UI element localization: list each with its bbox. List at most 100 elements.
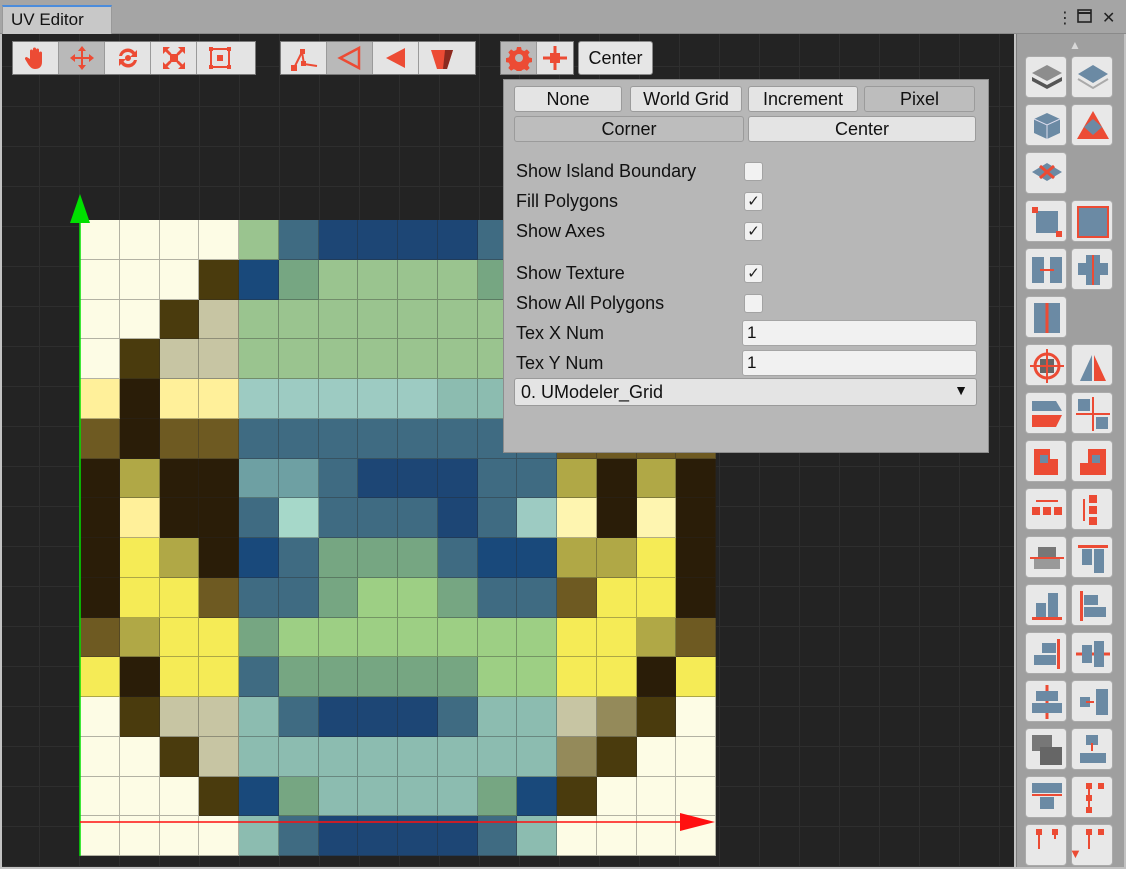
flatten-plane-button[interactable] [1025,56,1067,98]
stack-island-button[interactable] [1025,728,1067,770]
align-left-icon [1080,591,1106,621]
scale-tool-button[interactable] [151,42,197,74]
align-middle-button[interactable] [1071,632,1113,674]
move-tool-button[interactable] [59,42,105,74]
snap-pixel-button[interactable]: Pixel [864,86,975,112]
show-texture-label: Show Texture [516,263,625,283]
flip-vertical-up-button[interactable] [1071,440,1113,482]
box-project-button[interactable] [1025,104,1067,146]
rect-fit-button[interactable] [1025,200,1067,242]
weld-island-button[interactable] [1025,296,1067,338]
pack-down-button[interactable] [1025,776,1067,818]
mirror-island-icon [1080,355,1106,381]
texture-dropdown-value: 0. UModeler_Grid [521,382,664,402]
show-texture-checkbox[interactable]: ✓ [744,264,763,283]
close-icon[interactable]: ✕ [1102,8,1115,28]
snap-right-icon [1080,689,1108,715]
tex-x-num-field[interactable]: 1 [742,320,977,346]
align-center-horizontal-icon [1030,547,1064,569]
snap-down-button[interactable] [1071,728,1113,770]
edge-select-icon [336,45,360,71]
square-fit-button[interactable] [1071,200,1113,242]
pack-down-icon [1032,783,1062,809]
face-mode-button[interactable] [373,42,419,74]
flip-horizontal-button[interactable] [1025,392,1067,434]
show-island-boundary-label: Show Island Boundary [516,161,697,181]
rect-transform-icon [209,47,231,69]
distribute-vertical-icon [1083,495,1097,525]
edge-mode-button[interactable] [327,42,373,74]
rotate-island-button[interactable] [1025,344,1067,386]
rect-tool-button[interactable] [197,42,243,74]
stitch-button[interactable] [1071,248,1113,290]
flatten-plane-icon [1032,65,1062,89]
window-tab[interactable]: UV Editor [2,5,112,34]
distribute-horizontal-button[interactable] [1025,488,1067,530]
snap-right-button[interactable] [1071,680,1113,722]
pack-bottom-icon [1036,829,1058,849]
vertex-mode-button[interactable] [281,42,327,74]
flip-vertical-down-icon [1034,449,1058,475]
square-fit-icon [1077,206,1109,238]
show-island-boundary-checkbox[interactable] [744,162,763,181]
tex-y-num-field[interactable]: 1 [742,350,977,376]
align-top-button[interactable] [1071,536,1113,578]
tex-y-num-label: Tex Y Num [516,353,604,373]
align-middle-icon [1076,641,1110,667]
snap-increment-button[interactable]: Increment [748,86,858,112]
align-right-button[interactable] [1025,632,1067,674]
snap-none-button[interactable]: None [514,86,622,112]
show-all-polygons-checkbox[interactable] [744,294,763,313]
maximize-icon[interactable] [1076,7,1094,30]
pivot-center-option[interactable]: Center [748,116,976,142]
chevron-down-icon: ▼ [954,382,968,398]
flip-vertical-down-button[interactable] [1025,440,1067,482]
check-icon: ✓ [747,193,760,210]
show-axes-checkbox[interactable]: ✓ [744,222,763,241]
scale-icon [162,47,185,69]
project-plane-button[interactable] [1071,56,1113,98]
scroll-down-icon[interactable]: ▼ [1069,846,1082,861]
more-menu-icon[interactable]: ⋮ [1057,8,1073,28]
settings-button[interactable] [501,42,537,74]
split-island-button[interactable] [1025,248,1067,290]
rect-fit-icon [1032,207,1062,237]
pivot-center-button[interactable]: Center [578,41,653,75]
pack-vertical-button[interactable] [1071,776,1113,818]
object-mode-button[interactable] [419,42,465,74]
snap-world-grid-button[interactable]: World Grid [630,86,742,112]
box-project-icon [1033,113,1061,139]
align-center-vertical-icon [1032,685,1062,719]
tex-x-num-label: Tex X Num [516,323,605,343]
fill-polygons-checkbox[interactable]: ✓ [744,192,763,211]
remove-uv-icon [1032,163,1062,181]
align-right-icon [1034,639,1060,669]
pivot-button[interactable] [537,42,573,74]
settings-panel: None World Grid Increment Pixel Corner C… [503,79,989,453]
cut-cross-button[interactable] [1071,392,1113,434]
distribute-horizontal-icon [1032,500,1062,515]
split-island-icon [1032,257,1062,283]
scroll-up-icon[interactable]: ▲ [1069,38,1081,52]
pivot-cross-icon [543,46,567,70]
hand-icon [24,47,42,69]
align-center-horizontal-button[interactable] [1025,536,1067,578]
align-left-button[interactable] [1071,584,1113,626]
pivot-corner-button[interactable]: Corner [514,116,744,142]
mirror-island-button[interactable] [1071,344,1113,386]
snap-down-icon [1080,735,1106,763]
distribute-vertical-button[interactable] [1071,488,1113,530]
align-center-vertical-button[interactable] [1025,680,1067,722]
texture-dropdown[interactable]: 0. UModeler_Grid ▼ [514,378,977,406]
triangle-project-button[interactable] [1071,104,1113,146]
pack-bottom-button[interactable] [1025,824,1067,866]
object-select-icon [431,50,453,69]
hand-tool-button[interactable] [13,42,59,74]
align-bottom-button[interactable] [1025,584,1067,626]
cut-cross-icon [1076,397,1110,431]
remove-uv-button[interactable] [1025,152,1067,194]
check-icon: ✓ [747,265,760,282]
transform-toolbar [12,41,256,75]
window-title: UV Editor [11,10,84,29]
rotate-tool-button[interactable] [105,42,151,74]
